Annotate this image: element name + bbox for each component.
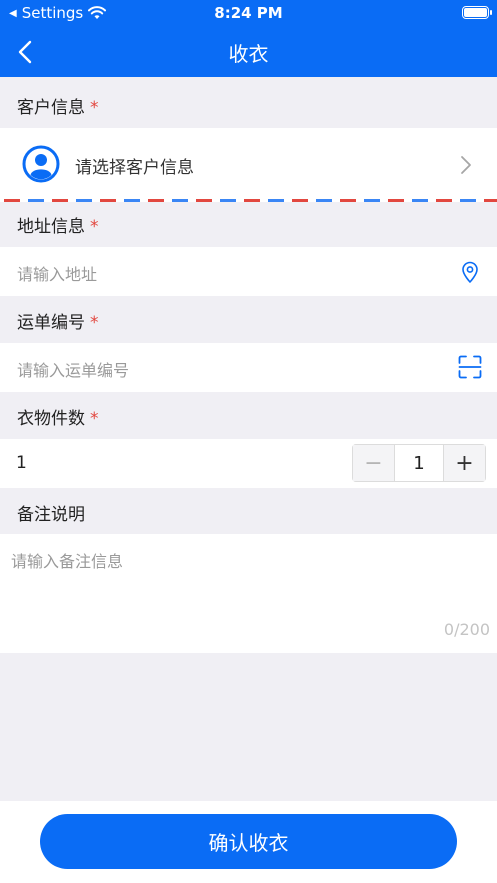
- customer-label: 客户信息: [17, 98, 85, 118]
- waybill-label: 运单编号: [17, 313, 85, 333]
- user-avatar-icon: [22, 145, 60, 183]
- status-bar: ◀ Settings 8:24 PM: [0, 0, 497, 26]
- notes-placeholder: 请输入备注信息: [11, 552, 124, 571]
- address-section-label: 地址信息 *: [17, 212, 99, 237]
- customer-placeholder: 请选择客户信息: [75, 158, 194, 178]
- waybill-input-row[interactable]: 请输入运单编号: [0, 343, 497, 392]
- required-mark: *: [90, 217, 99, 237]
- notes-textarea[interactable]: 请输入备注信息 0/200: [0, 534, 497, 653]
- quantity-row: 1 − 1 +: [0, 439, 497, 488]
- increment-button[interactable]: +: [443, 445, 485, 481]
- chevron-right-icon: [461, 156, 471, 174]
- required-mark: *: [90, 313, 99, 333]
- nav-bar: 收衣: [0, 26, 497, 77]
- notes-section-label: 备注说明: [17, 500, 85, 525]
- notes-label: 备注说明: [17, 505, 85, 525]
- confirm-button[interactable]: 确认收衣: [40, 814, 457, 869]
- quantity-section-label: 衣物件数 *: [17, 404, 99, 429]
- address-label: 地址信息: [17, 217, 85, 237]
- stepper-value[interactable]: 1: [395, 445, 443, 481]
- decrement-button[interactable]: −: [353, 445, 395, 481]
- quantity-value: 1: [16, 453, 27, 473]
- quantity-label: 衣物件数: [17, 409, 85, 429]
- status-time: 8:24 PM: [214, 4, 283, 22]
- quantity-stepper[interactable]: − 1 +: [352, 444, 486, 482]
- customer-select-row[interactable]: 请选择客户信息: [0, 128, 497, 202]
- customer-section-label: 客户信息 *: [17, 93, 99, 118]
- battery-icon: [462, 6, 492, 19]
- char-counter: 0/200: [443, 620, 490, 639]
- address-input-row[interactable]: 请输入地址: [0, 247, 497, 296]
- required-mark: *: [90, 409, 99, 429]
- location-pin-icon[interactable]: [461, 261, 479, 283]
- waybill-input[interactable]: 请输入运单编号: [17, 357, 129, 381]
- bottom-bar: 确认收衣: [0, 801, 497, 883]
- address-input[interactable]: 请输入地址: [17, 261, 97, 285]
- waybill-section-label: 运单编号 *: [17, 308, 99, 333]
- scan-icon[interactable]: [458, 355, 482, 379]
- page-title: 收衣: [228, 42, 269, 66]
- required-mark: *: [90, 98, 99, 118]
- envelope-stripe-divider: [0, 199, 497, 202]
- top-bar: ◀ Settings 8:24 PM 收衣: [0, 0, 497, 77]
